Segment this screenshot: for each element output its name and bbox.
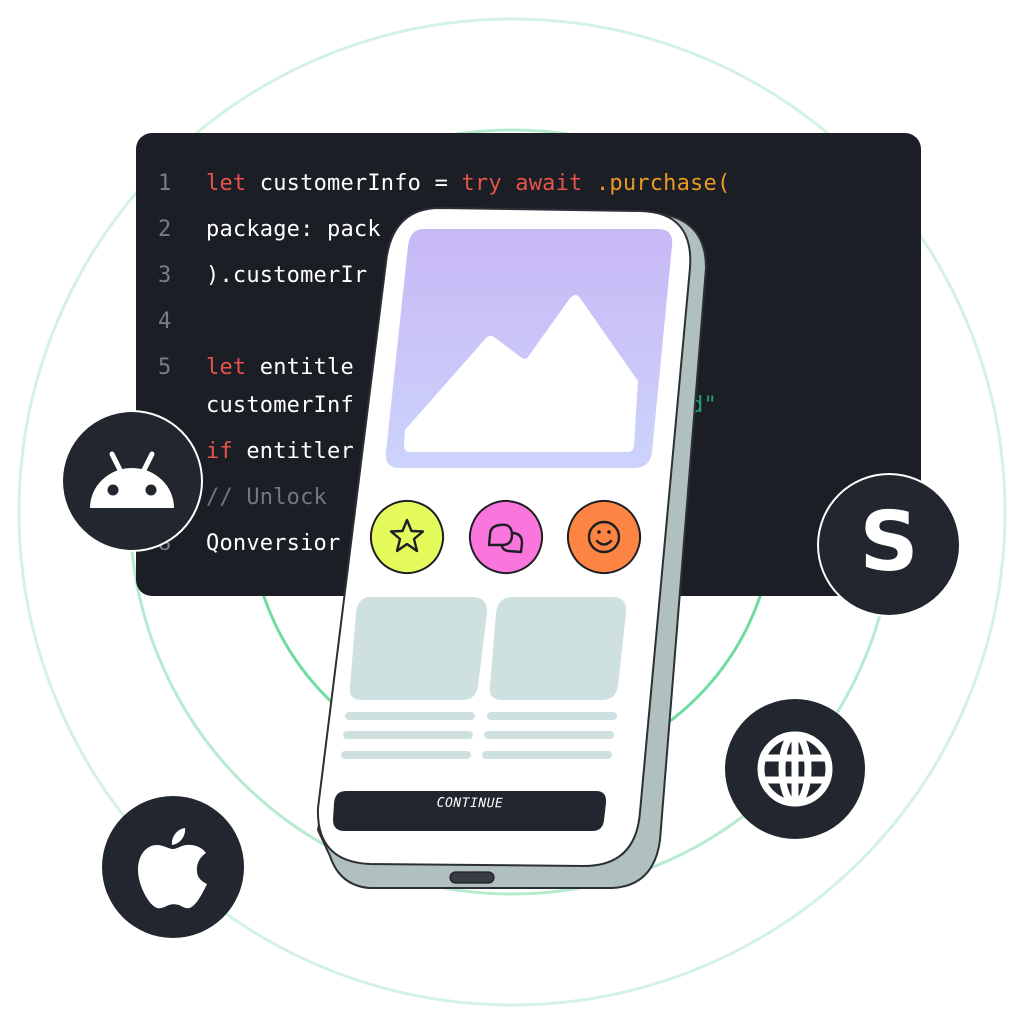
continue-button[interactable]: CONTINUE — [336, 795, 604, 813]
product-card-2[interactable] — [489, 597, 627, 700]
charge-port — [449, 871, 495, 884]
product-card-1[interactable] — [349, 597, 488, 700]
phone-mockup — [316, 206, 708, 889]
